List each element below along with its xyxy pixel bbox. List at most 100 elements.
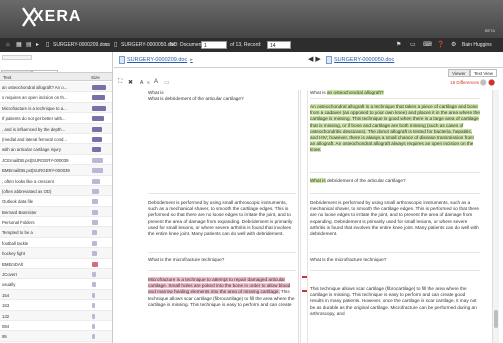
keyboard-icon[interactable]: ⌨ xyxy=(423,38,432,52)
list-item-text: 153 xyxy=(2,303,10,309)
left-panel-table-header: Text Size xyxy=(0,72,112,81)
left-text-pane[interactable]: What is What is debridement of the artic… xyxy=(114,90,299,343)
size-bar xyxy=(92,147,101,153)
left-panel: DocumentsCompare Text Size an osteochond… xyxy=(0,52,113,343)
record-number-input[interactable]: 14 xyxy=(267,41,291,49)
gear-icon[interactable]: ⚙ xyxy=(451,38,456,52)
right-text-line: What is an osteochondral allograft? xyxy=(310,90,480,96)
home-icon[interactable]: ⌂ xyxy=(6,38,10,52)
user-name[interactable]: Bain Huggins xyxy=(462,38,492,52)
chevron-right-icon[interactable]: ▸ xyxy=(190,57,193,63)
app-subtitle: BETA xyxy=(484,28,495,33)
paragraph-separator xyxy=(310,172,480,173)
list-item-text: usually xyxy=(2,282,16,288)
list-item[interactable]: an osteochondral allograft? An o... xyxy=(0,82,112,93)
right-text-suffix: debridement of the articular cartilage? xyxy=(325,178,406,183)
list-item-text: (medial and lateral femoral cond... xyxy=(2,136,67,142)
compare-main-panel: SURGERY-0000209.doc ▸ ◀ ▶ SURGERY-0000050… xyxy=(114,52,503,343)
differences-count: 18 Differences xyxy=(450,80,479,85)
scrollbar-thumb[interactable] xyxy=(494,310,498,328)
word-file-icon xyxy=(326,55,332,64)
list-item[interactable]: with an articular cartilage injury xyxy=(0,144,112,155)
list-item[interactable]: Personal Folders xyxy=(0,217,112,228)
list-item[interactable]: JCEmailDB.pst|SURGERY-000039 xyxy=(0,155,112,166)
right-text-pane[interactable]: What is an osteochondral allograft? An o… xyxy=(308,90,488,343)
help-icon[interactable]: ❓ xyxy=(437,38,444,52)
list-item[interactable]: Bernard Bannister xyxy=(0,206,112,218)
font-larger-icon[interactable]: A xyxy=(154,79,158,85)
toolbar-vs-label: vs xyxy=(105,42,110,48)
list-item[interactable]: BMEmailDB.pst|SURGERY-000039 xyxy=(0,165,112,176)
document-icon[interactable]: ▤ xyxy=(26,38,32,52)
list-item[interactable]: 084 xyxy=(0,321,112,332)
left-text-paragraph: Microfracture is a technique to attempt … xyxy=(148,277,296,308)
list-item[interactable]: If patients do not get better with... xyxy=(0,113,112,124)
list-item[interactable]: , often looks like a crescent xyxy=(0,176,112,186)
tag-list-icon[interactable]: ▭ xyxy=(410,38,416,52)
size-bar xyxy=(92,303,95,309)
app-logo-text: XERA xyxy=(33,8,82,25)
font-smaller-icon[interactable]: A xyxy=(140,80,143,86)
left-document-tab[interactable]: SURGERY-0000209.doc ▸ xyxy=(119,55,193,65)
expand-icon[interactable]: ⛶ xyxy=(118,79,122,86)
list-item-text: 154 xyxy=(2,292,10,298)
size-bar xyxy=(92,240,97,246)
viewer-tabs: Viewer Text View xyxy=(448,69,497,77)
list-item-text: Outlook data file xyxy=(2,199,34,205)
list-item[interactable]: Tempted to be a xyxy=(0,227,112,238)
list-item[interactable]: , and is influenced by the depth... xyxy=(0,123,112,134)
paragraph-separator xyxy=(310,252,480,253)
list-item[interactable]: (medial and lateral femoral cond... xyxy=(0,134,112,145)
column-header-text[interactable]: Text xyxy=(3,75,11,80)
list-item[interactable]: hockey fight xyxy=(0,248,112,259)
file-icon-right: ▯ xyxy=(114,42,118,48)
list-item-text: , and is influenced by the depth... xyxy=(2,126,66,132)
previous-difference-icon[interactable]: ⬤ xyxy=(480,80,487,86)
list-item-text: Tempted to be a xyxy=(2,230,33,236)
word-file-icon xyxy=(119,55,125,64)
diff-marker[interactable] xyxy=(302,290,307,292)
list-item-text: Personal Folders xyxy=(2,220,35,226)
tab-text-view[interactable]: Text View xyxy=(469,69,497,77)
swap-arrows-icon[interactable]: ◀ ▶ xyxy=(308,55,321,63)
size-bar xyxy=(92,105,106,111)
list-item[interactable]: 154 xyxy=(0,289,112,301)
file-icon: ▯ xyxy=(46,42,50,48)
font-separator-icon: « xyxy=(147,80,150,86)
diff-marker[interactable] xyxy=(302,276,307,278)
list-item[interactable]: usually xyxy=(0,279,112,290)
column-header-size[interactable]: Size xyxy=(91,75,100,80)
list-item[interactable]: 132 xyxy=(0,310,112,321)
right-text-line: What is debridement of the articular car… xyxy=(310,178,480,184)
list-item-text: If patients do not get better with... xyxy=(2,116,66,122)
left-panel-search-input[interactable] xyxy=(2,55,32,60)
close-icon[interactable]: ✖ xyxy=(128,79,133,86)
compare-action-bar: ⛶ ✖ A « A ▭ 18 Differences ⬤ ⬤ xyxy=(114,78,503,88)
tag-icon[interactable]: ▸ xyxy=(36,38,39,52)
flag-icon[interactable]: ⚑ xyxy=(396,38,401,52)
size-bar xyxy=(92,157,103,163)
vertical-scrollbar[interactable] xyxy=(492,90,499,343)
list-item[interactable]: Outlook data file xyxy=(0,196,112,207)
size-bar xyxy=(92,334,95,340)
sync-scroll-icon[interactable]: ▭ xyxy=(164,79,170,86)
list-item[interactable]: JCovert xyxy=(0,269,112,280)
size-bar xyxy=(92,292,95,298)
list-item[interactable]: 153 xyxy=(0,300,112,311)
list-item[interactable]: s requires an open incision on th... xyxy=(0,92,112,103)
list-item-text: s requires an open incision on th... xyxy=(2,95,68,101)
right-document-tab[interactable]: SURGERY-0000050.doc xyxy=(326,55,394,65)
list-item[interactable]: (often abbreviated as OD) xyxy=(0,185,112,197)
left-text-line: What is the microfracture technique? xyxy=(148,257,225,262)
list-item[interactable]: 95 xyxy=(0,331,112,342)
list-item[interactable]: BMEmDAlt xyxy=(0,259,112,270)
tab-viewer[interactable]: Viewer xyxy=(448,69,470,77)
left-panel-list: an osteochondral allograft? An o... s req… xyxy=(0,82,112,343)
next-difference-icon[interactable]: ⬤ xyxy=(488,80,495,86)
size-bar xyxy=(92,282,96,288)
list-item[interactable]: Microfracture is a technique to a... xyxy=(0,102,112,114)
document-number-input[interactable]: 1 xyxy=(201,41,227,49)
list-item[interactable]: football tackle xyxy=(0,238,112,249)
grid-icon[interactable]: ▦ xyxy=(16,38,22,52)
list-item-text: JCEmailDB.pst|SURGERY-000039 xyxy=(2,157,69,163)
